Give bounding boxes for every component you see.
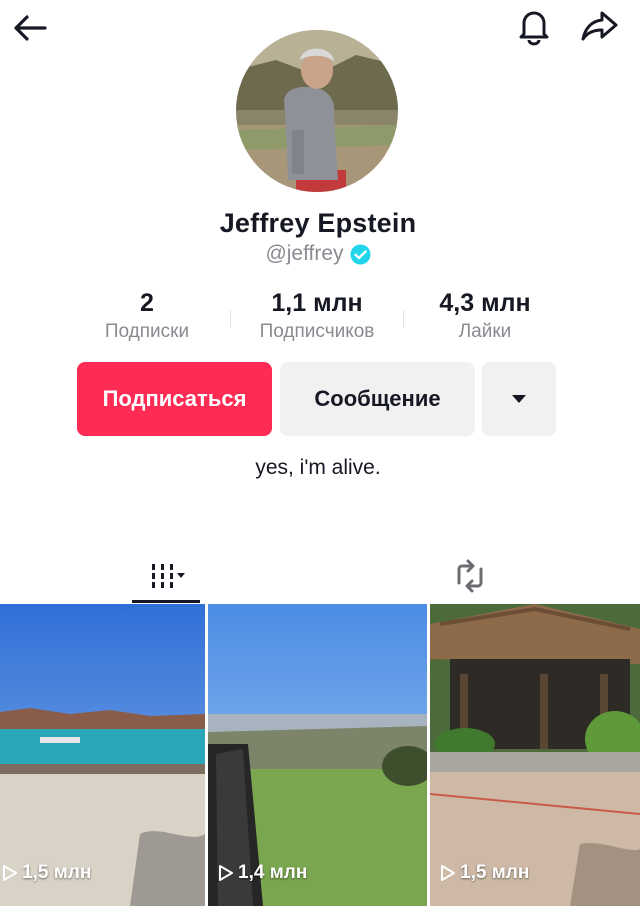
play-icon [3, 865, 17, 881]
bell-icon [519, 11, 549, 46]
profile-bio: yes, i'm alive. [255, 456, 381, 479]
stat-likes-label: Лайки [458, 321, 512, 342]
verified-icon [350, 244, 371, 265]
stat-followers-value: 1,1 млн [271, 289, 363, 317]
view-count: 1,5 млн [440, 862, 529, 884]
active-tab-indicator [132, 600, 200, 603]
stat-following[interactable]: 2 Подписки [82, 287, 212, 345]
video-thumbnail[interactable]: 1,4 млн [208, 604, 427, 906]
stat-followers-label: Подписчиков [259, 321, 375, 342]
view-count-text: 1,5 млн [460, 862, 530, 883]
profile-handle: @jeffrey [265, 242, 344, 265]
stat-divider [403, 310, 404, 328]
video-grid: 1,5 млн 1,4 млн 1,5 млн [0, 604, 640, 906]
play-icon [219, 865, 233, 881]
tab-reposts[interactable] [444, 548, 496, 604]
share-button[interactable] [578, 4, 622, 48]
stat-divider [230, 310, 231, 328]
beach-thumbnail-image [0, 604, 205, 906]
play-icon [441, 865, 455, 881]
follow-button[interactable]: Подписаться [77, 362, 272, 436]
gazebo-thumbnail-image [430, 604, 640, 906]
view-count-text: 1,5 млн [22, 862, 92, 883]
back-arrow-icon [14, 15, 47, 41]
repost-icon [457, 559, 483, 593]
avatar[interactable] [236, 30, 398, 192]
stat-following-label: Подписки [104, 321, 190, 342]
stat-following-value: 2 [140, 289, 154, 317]
dropdown-triangle-icon [512, 395, 526, 403]
video-thumbnail[interactable]: 1,5 млн [0, 604, 205, 906]
profile-name: Jeffrey Epstein [219, 208, 417, 238]
message-button[interactable]: Сообщение [280, 362, 475, 436]
back-button[interactable] [8, 6, 52, 50]
view-count: 1,5 млн [2, 862, 91, 884]
profile-stats: 2 Подписки 1,1 млн Подписчиков 4,3 млн Л… [0, 287, 640, 347]
stat-likes-value: 4,3 млн [439, 289, 531, 317]
view-count: 1,4 млн [218, 862, 307, 884]
share-icon [581, 11, 618, 41]
hillside-thumbnail-image [208, 604, 427, 906]
stat-followers[interactable]: 1,1 млн Подписчиков [236, 287, 398, 345]
videos-grid-icon [152, 564, 185, 588]
avatar-photo [236, 30, 398, 192]
stat-likes[interactable]: 4,3 млн Лайки [415, 287, 555, 345]
view-count-text: 1,4 млн [238, 862, 308, 883]
handle-row: @jeffrey [0, 242, 636, 266]
video-thumbnail[interactable]: 1,5 млн [430, 604, 640, 906]
tab-videos[interactable] [132, 548, 200, 604]
notifications-button[interactable] [512, 4, 556, 48]
more-options-button[interactable] [482, 362, 556, 436]
